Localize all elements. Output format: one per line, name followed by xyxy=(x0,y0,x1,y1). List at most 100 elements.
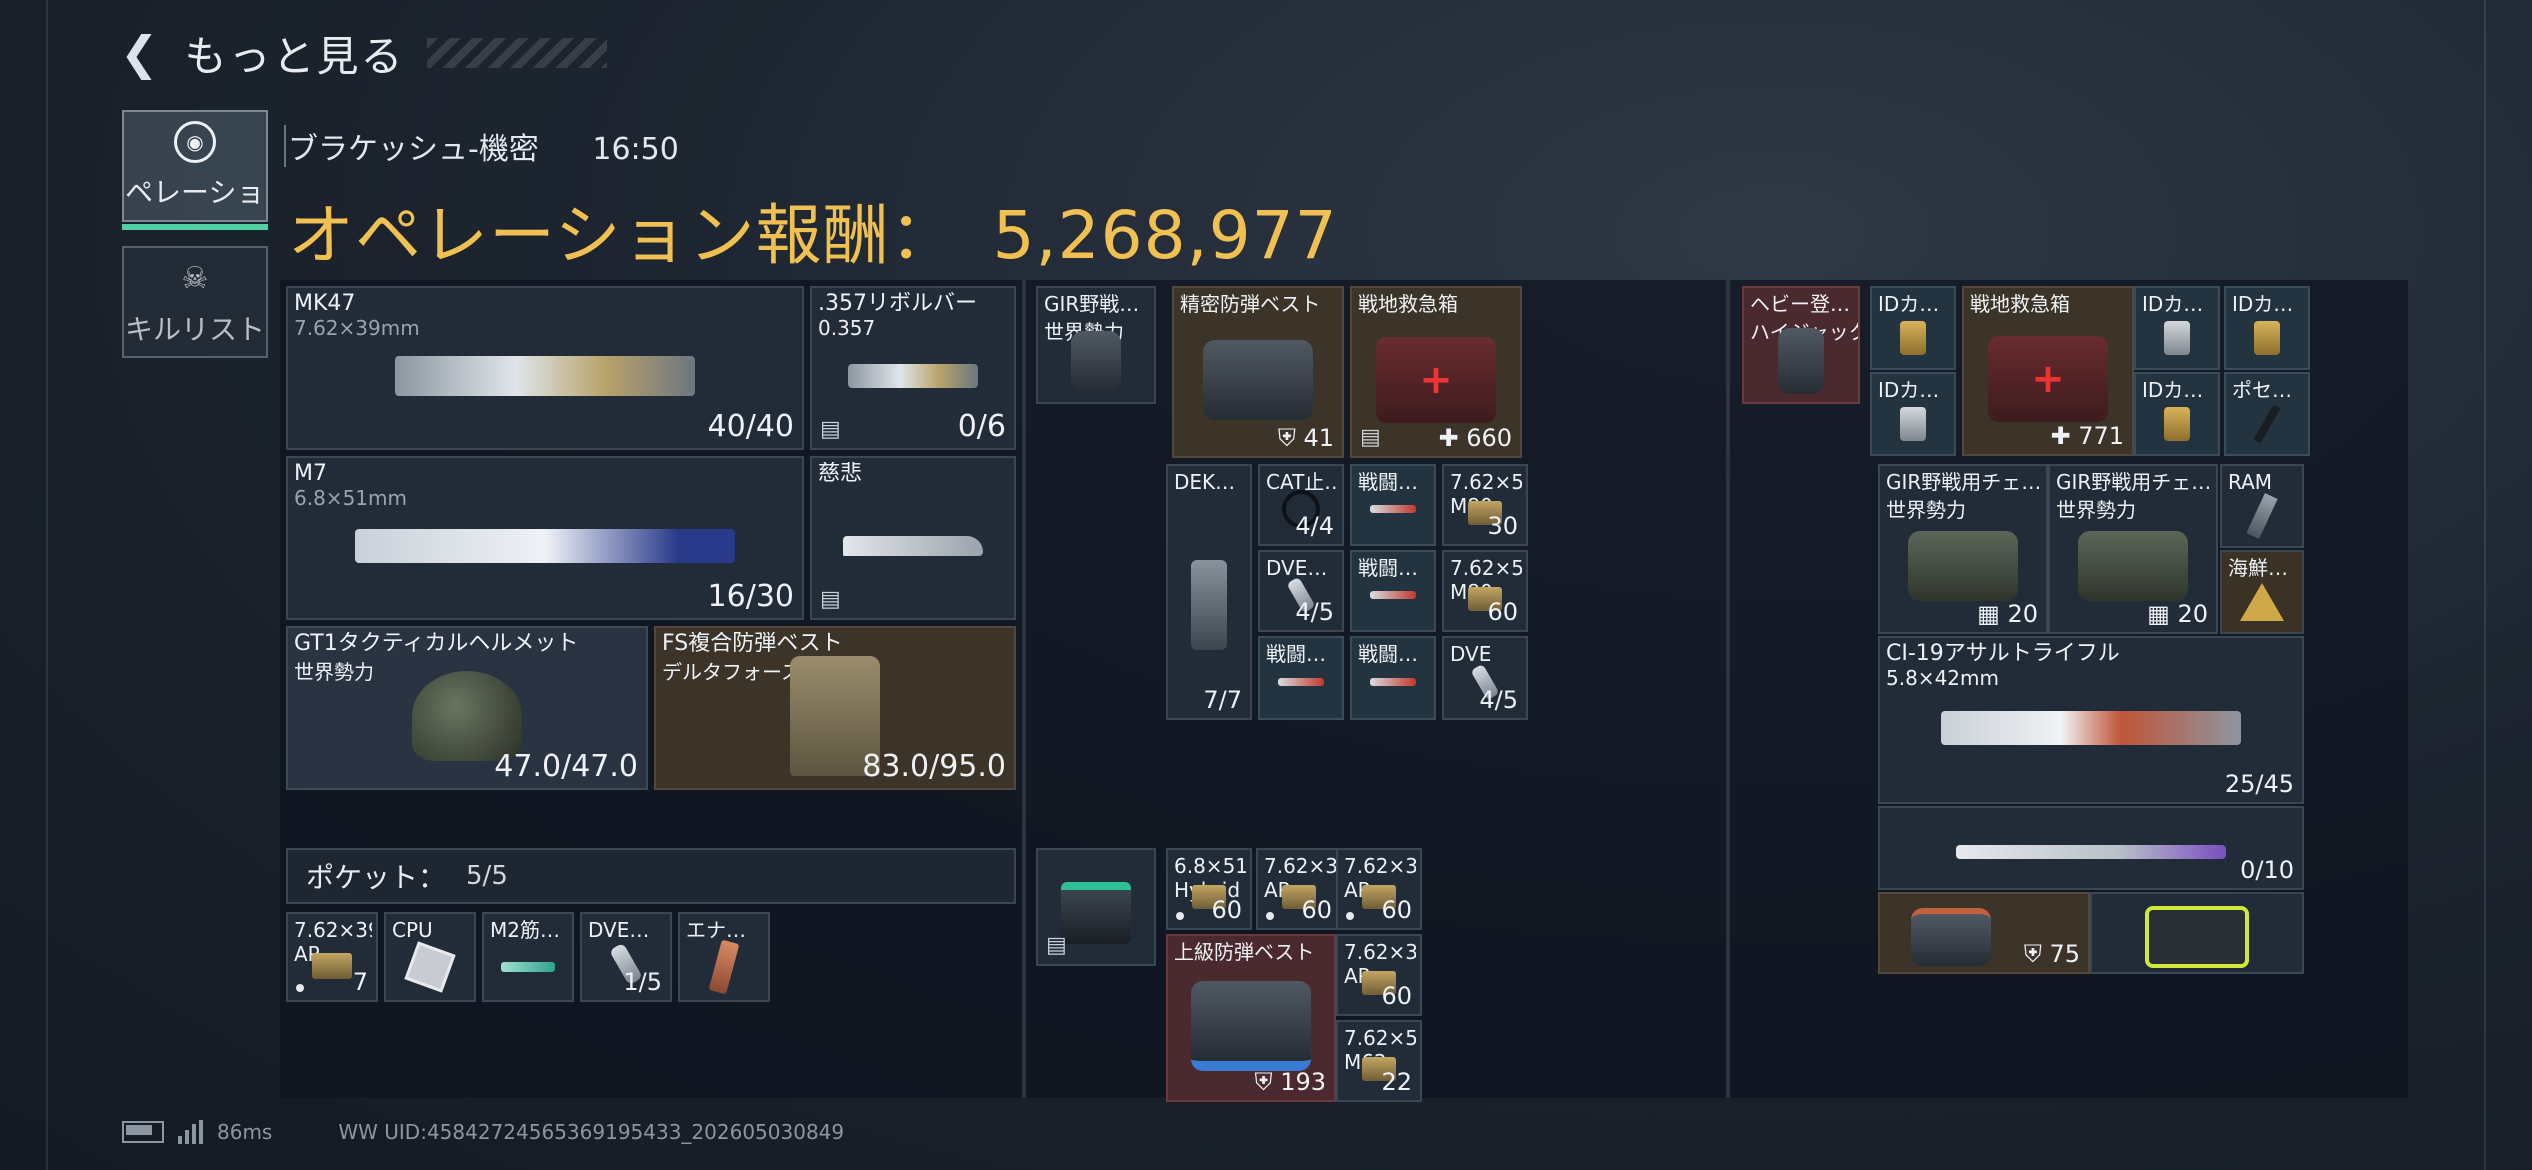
backpack-gir[interactable]: GIR野戦… 世界勢力 xyxy=(1036,286,1156,404)
item-poseidon[interactable]: ポセ… xyxy=(2224,372,2310,456)
item-cat[interactable]: CAT止… 4/4 xyxy=(1258,464,1344,546)
item-ammo-m80[interactable]: 7.62×51 M80 30 xyxy=(1442,464,1528,546)
pocket-header: ポケット： 5/5 xyxy=(286,848,1016,904)
item-name: RAM xyxy=(2228,470,2273,494)
item-ammo-m80[interactable]: 7.62×51 M80 60 xyxy=(1442,550,1528,632)
item-id-card[interactable]: IDカ… xyxy=(2134,286,2220,370)
item-qty: 7 xyxy=(352,968,368,996)
ammo-count: 0/6 xyxy=(957,409,1006,444)
rifle-icon xyxy=(1941,711,2241,746)
weapon-revolver[interactable]: .357リボルバー 0.357 ▤ 0/6 xyxy=(810,286,1016,450)
backpack-icon xyxy=(1071,330,1121,391)
item-gir-chest-rig[interactable]: GIR野戦用チェ… 世界勢力 ▦ 20 xyxy=(2048,464,2218,634)
item-combat-stim[interactable]: 戦闘… xyxy=(1258,636,1344,720)
column-divider xyxy=(1022,280,1026,1098)
header-divider xyxy=(284,125,286,167)
item-heavy-backpack[interactable]: ヘビー登… ハイジャック xyxy=(1742,286,1860,404)
item-name: 7.62×51 xyxy=(1344,1026,1416,1050)
ram-icon xyxy=(2246,492,2278,539)
rifle-icon xyxy=(395,356,695,396)
gear-armor[interactable]: FS複合防弾ベスト デルタフォース 83.0/95.0 xyxy=(654,626,1016,790)
pocket-item[interactable]: M2筋… xyxy=(482,912,574,1002)
item-name: 7.62×39 xyxy=(1344,940,1416,964)
item-name: DVE xyxy=(1450,642,1492,666)
item-armor-bag[interactable]: ⛨ 75 xyxy=(1878,892,2090,974)
value-text: 771 xyxy=(2078,422,2124,450)
item-id-card[interactable]: IDカ… xyxy=(2134,372,2220,456)
item-field-medkit[interactable]: 戦地救急箱 + ▤ ✚ 660 xyxy=(1350,286,1522,458)
item-name: M2筋… xyxy=(490,918,560,942)
item-qty: 30 xyxy=(1487,512,1518,540)
item-combat-stim[interactable]: 戦闘… xyxy=(1350,464,1436,546)
item-name: 戦闘… xyxy=(1358,470,1418,494)
item-name: CPU xyxy=(392,918,433,942)
item-ammo[interactable]: 6.8×51 Hybrid 60 xyxy=(1166,848,1252,930)
pocket-item[interactable]: CPU xyxy=(384,912,476,1002)
item-ammo[interactable]: 7.62×39 AP 60 xyxy=(1336,934,1422,1016)
shield-icon: ⛨ xyxy=(1254,1068,1281,1096)
item-caliber: 5.8×42mm xyxy=(1886,666,1999,690)
weapon-m7[interactable]: M7 6.8×51mm 16/30 xyxy=(286,456,804,620)
item-caliber: 0.357 xyxy=(818,316,876,340)
item-name: 7.62×39 xyxy=(1344,854,1416,878)
item-id-card[interactable]: IDカ… xyxy=(1870,286,1956,370)
energy-bar-icon xyxy=(708,939,740,995)
weapon-mk47[interactable]: MK47 7.62×39mm 40/40 xyxy=(286,286,804,450)
gear-helmet[interactable]: GT1タクティカルヘルメット 世界勢力 47.0/47.0 xyxy=(286,626,648,790)
capacity-value: ▦ 20 xyxy=(2147,600,2208,628)
pocket-item[interactable]: 7.62×39 AP 7 xyxy=(286,912,378,1002)
tab-operation[interactable]: ◉ ペレーション xyxy=(122,110,268,230)
item-id-card[interactable]: IDカ… xyxy=(1870,372,1956,456)
item-ammo[interactable]: 7.62×39 AP 60 xyxy=(1336,848,1422,930)
dog-tag-icon xyxy=(1900,406,1926,441)
heal-value: ✚ 771 xyxy=(2050,422,2124,450)
skull-icon: ☠ xyxy=(181,260,209,296)
item-ram[interactable]: RAM xyxy=(2220,464,2304,548)
capacity-value: ▦ 20 xyxy=(1977,600,2038,628)
item-gir-chest-rig[interactable]: GIR野戦用チェ… 世界勢力 ▦ 20 xyxy=(1878,464,2048,634)
pocket-item[interactable]: DVE… 1/5 xyxy=(580,912,672,1002)
back-button[interactable]: ❮ もっと見る xyxy=(120,28,607,81)
item-combat-stim[interactable]: 戦闘… xyxy=(1350,550,1436,632)
durability: 47.0/47.0 xyxy=(494,749,638,784)
grid-icon: ▦ xyxy=(1977,600,2008,628)
ping: 86ms xyxy=(217,1120,273,1144)
cpu-icon xyxy=(404,941,456,993)
item-name: ヘビー登… xyxy=(1750,292,1850,316)
pyramid-icon xyxy=(2240,582,2284,621)
item-dve[interactable]: DVE… 4/5 xyxy=(1258,550,1344,632)
item-advanced-vest[interactable]: 上級防弾ベスト ⛨ 193 xyxy=(1166,934,1336,1102)
plus-icon: ✚ xyxy=(2050,422,2079,450)
item-combat-stim[interactable]: 戦闘… xyxy=(1350,636,1436,720)
weapon-sniper[interactable]: 0/10 xyxy=(1878,806,2304,890)
dot-icon xyxy=(1346,912,1354,920)
item-dek[interactable]: DEK… 7/7 xyxy=(1166,464,1252,720)
dog-tag-icon xyxy=(2164,406,2190,441)
pen-icon xyxy=(2253,404,2281,443)
item-id-card[interactable]: IDカ… xyxy=(2224,286,2310,370)
item-field-medkit[interactable]: 戦地救急箱 + ✚ 771 xyxy=(1962,286,2134,456)
no-insurance-icon: ▤ xyxy=(820,417,841,442)
status-bar: 86ms WW UID:45842724565369195433_2026050… xyxy=(122,1120,844,1144)
item-seafood[interactable]: 海鮮… xyxy=(2220,550,2304,634)
chest-rig-icon xyxy=(1908,530,2018,601)
item-name: 上級防弾ベスト xyxy=(1174,940,1315,964)
speaker-icon xyxy=(2145,905,2249,968)
item-faction: 世界勢力 xyxy=(1886,498,1966,522)
item-caliber: 7.62×39mm xyxy=(294,316,420,340)
item-precision-vest[interactable]: 精密防弾ベスト ⛨ 41 xyxy=(1172,286,1344,458)
weapon-ci19[interactable]: CI-19アサルトライフル 5.8×42mm 25/45 xyxy=(1878,636,2304,804)
item-dve[interactable]: DVE 4/5 xyxy=(1442,636,1528,720)
operation-reward: オペレーション報酬： 5,268,977 xyxy=(288,182,1338,278)
tab-kill-list[interactable]: ☠ キルリスト xyxy=(122,246,268,358)
no-insurance-icon: ▤ xyxy=(820,587,841,612)
operation-icon: ◉ xyxy=(174,121,216,163)
item-ammo[interactable]: 7.62×51 M62 22 xyxy=(1336,1020,1422,1102)
item-ammo[interactable]: 7.62×39 AP 60 xyxy=(1256,848,1342,930)
weapon-knife[interactable]: 慈悲 ▤ xyxy=(810,456,1016,620)
syringe-icon xyxy=(1370,590,1416,599)
item-radio-speaker[interactable] xyxy=(2090,892,2304,974)
backpack-icon xyxy=(1778,327,1824,394)
pocket-item[interactable]: エナ… xyxy=(678,912,770,1002)
secure-container[interactable]: ▤ xyxy=(1036,848,1156,966)
